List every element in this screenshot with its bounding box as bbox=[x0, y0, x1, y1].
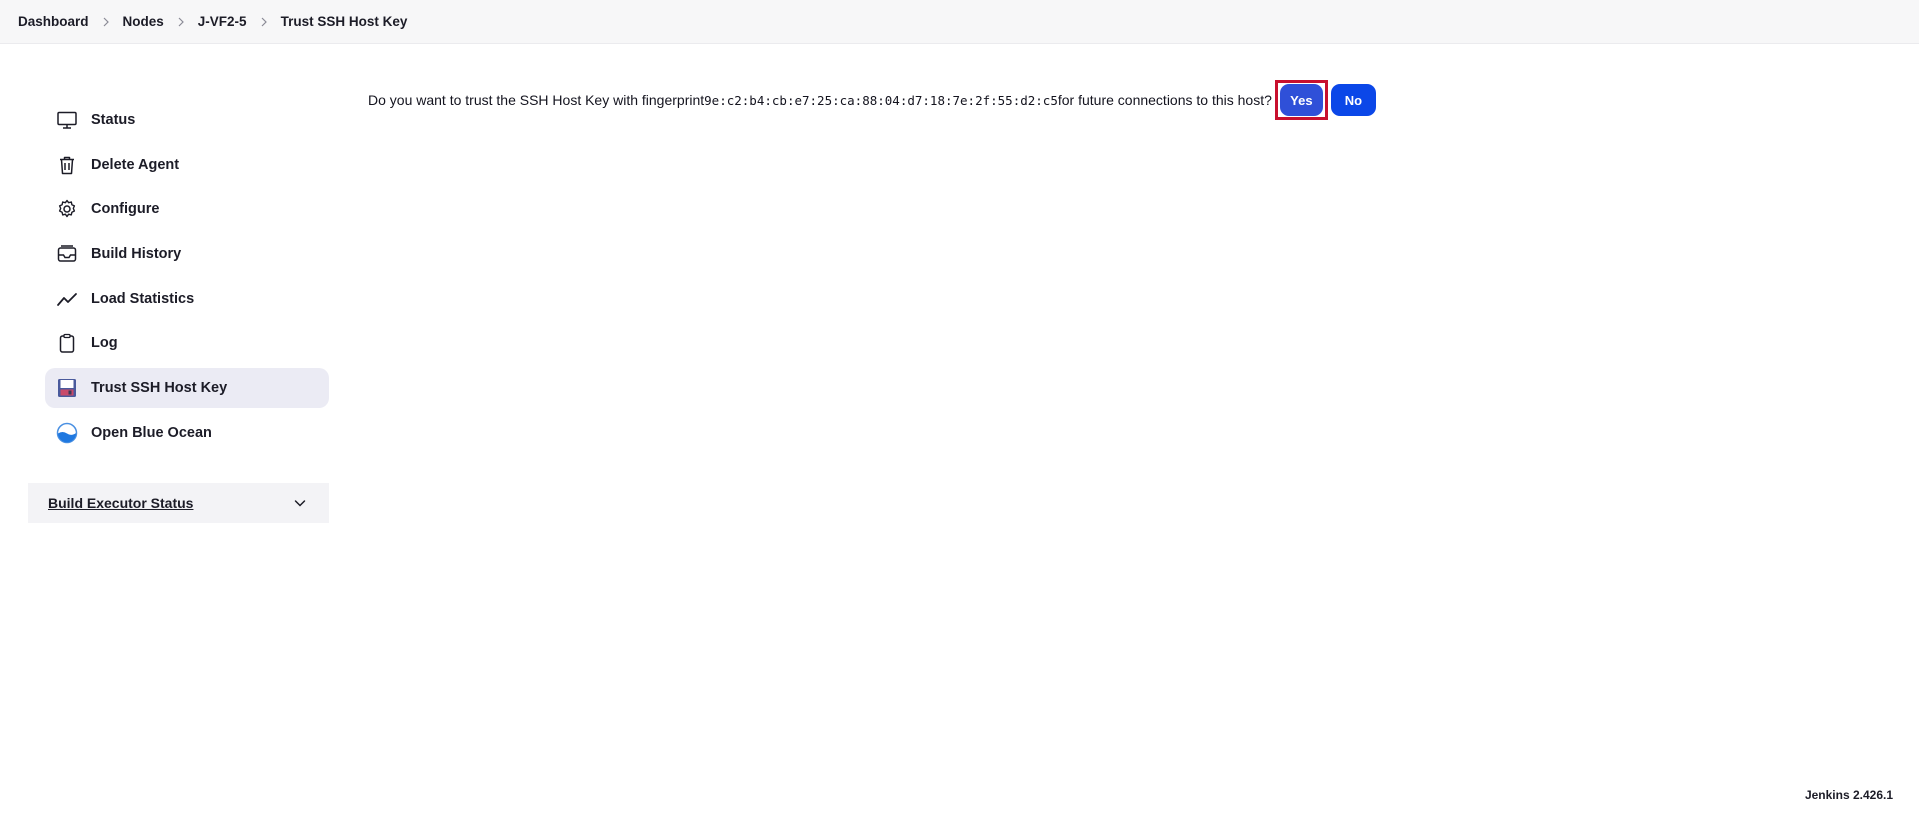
sidebar: Status Delete Agent Configure Build Hist… bbox=[45, 100, 329, 458]
breadcrumb: Dashboard Nodes J-VF2-5 Trust SSH Host K… bbox=[18, 14, 407, 29]
sidebar-item-log[interactable]: Log bbox=[45, 323, 329, 363]
breadcrumb-nodes[interactable]: Nodes bbox=[123, 14, 164, 29]
jenkins-version[interactable]: Jenkins 2.426.1 bbox=[1805, 788, 1893, 802]
yes-button-highlight: Yes bbox=[1274, 80, 1328, 120]
chevron-right-icon bbox=[89, 17, 123, 27]
clipboard-icon bbox=[56, 332, 78, 354]
trust-host-key-prompt: Do you want to trust the SSH Host Key wi… bbox=[368, 80, 1376, 120]
sidebar-item-label: Status bbox=[91, 112, 136, 128]
sidebar-item-open-blue-ocean[interactable]: Open Blue Ocean bbox=[45, 413, 329, 453]
trend-line-icon bbox=[56, 288, 78, 310]
blue-ocean-icon bbox=[56, 422, 78, 444]
no-button[interactable]: No bbox=[1330, 84, 1376, 116]
host-key-fingerprint: 9e:c2:b4:cb:e7:25:ca:88:04:d7:18:7e:2f:5… bbox=[704, 92, 1058, 108]
sidebar-item-label: Build History bbox=[91, 246, 182, 263]
sidebar-item-label: Configure bbox=[91, 201, 160, 218]
breadcrumb-current[interactable]: Trust SSH Host Key bbox=[281, 14, 408, 29]
breadcrumb-dashboard[interactable]: Dashboard bbox=[18, 14, 89, 29]
sidebar-item-label: Log bbox=[91, 335, 118, 352]
sidebar-item-delete-agent[interactable]: Delete Agent bbox=[45, 145, 329, 185]
breadcrumb-node[interactable]: J-VF2-5 bbox=[198, 14, 247, 29]
gear-icon bbox=[56, 198, 78, 220]
top-bar: Dashboard Nodes J-VF2-5 Trust SSH Host K… bbox=[0, 0, 1919, 44]
sidebar-item-trust-ssh-host-key[interactable]: Trust SSH Host Key bbox=[45, 368, 329, 409]
sidebar-item-status[interactable]: Status bbox=[45, 100, 329, 140]
prompt-text-before: Do you want to trust the SSH Host Key wi… bbox=[368, 92, 705, 108]
chevron-down-icon[interactable] bbox=[293, 496, 307, 510]
sidebar-item-label: Delete Agent bbox=[91, 156, 180, 173]
yes-button[interactable]: Yes bbox=[1279, 84, 1323, 116]
sidebar-item-label: Trust SSH Host Key bbox=[91, 380, 228, 397]
inbox-icon bbox=[56, 243, 78, 265]
sidebar-item-build-history[interactable]: Build History bbox=[45, 234, 329, 274]
sidebar-item-load-statistics[interactable]: Load Statistics bbox=[45, 279, 329, 319]
floppy-disk-icon bbox=[56, 377, 78, 399]
sidebar-item-configure[interactable]: Configure bbox=[45, 189, 329, 229]
monitor-icon bbox=[56, 109, 78, 131]
prompt-text-after: for future connections to this host? bbox=[1057, 92, 1272, 108]
sidebar-item-label: Load Statistics bbox=[91, 290, 195, 307]
build-executor-status-panel[interactable]: Build Executor Status bbox=[28, 483, 329, 523]
build-executor-status-link[interactable]: Build Executor Status bbox=[48, 495, 193, 511]
chevron-right-icon bbox=[164, 17, 198, 27]
sidebar-item-label: Open Blue Ocean bbox=[91, 424, 212, 441]
trash-icon bbox=[56, 154, 78, 176]
chevron-right-icon bbox=[247, 17, 281, 27]
